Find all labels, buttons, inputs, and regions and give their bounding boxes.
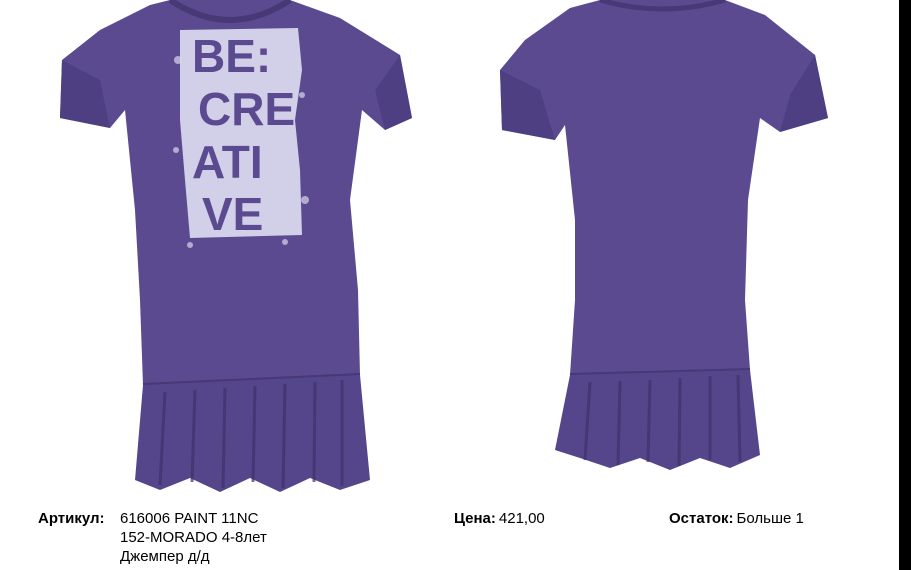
price-block: Цена: 421,00 [454, 509, 545, 528]
price-label: Цена: [454, 510, 496, 527]
print-line-1: BE: [192, 30, 271, 82]
stock-label: Остаток: [669, 510, 734, 527]
stock-value: Больше 1 [736, 510, 804, 527]
product-back-image [480, 0, 840, 500]
article-label: Артикул: [38, 510, 105, 527]
article-values: 616006 PAINT 11NC 152-MORADO 4-8лет Джем… [120, 509, 360, 566]
price-value: 421,00 [498, 510, 545, 527]
print-line-4: VE [202, 188, 263, 240]
stock-block: Остаток: Больше 1 [669, 509, 804, 528]
product-photos: BE: CRE ATI VE [0, 0, 899, 500]
product-front-image: BE: CRE ATI VE [40, 0, 420, 500]
article-line: 616006 PAINT 11NC [120, 510, 259, 527]
print-line-2: CRE [198, 83, 295, 135]
right-edge-bar [899, 0, 911, 570]
article-line: Джемпер д/д [120, 548, 210, 565]
article-line: 152-MORADO 4-8лет [120, 529, 267, 546]
print-line-3: ATI [192, 136, 263, 188]
